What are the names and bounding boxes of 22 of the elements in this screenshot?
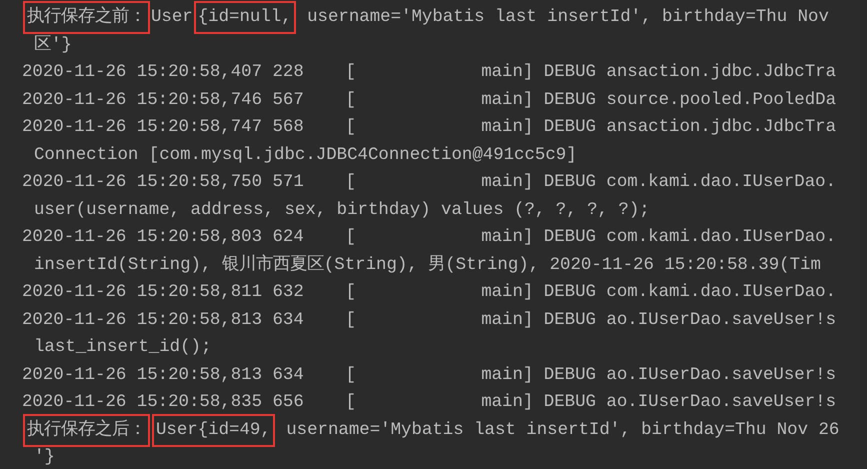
- console-text: 2020-11-26 15:20:58,813 634 [ main] DEBUG ao.IUserDao.saveUser!s: [22, 366, 836, 384]
- console-text: user(username, address, sex, birthday) values (?, ?, ?, ?);: [34, 200, 650, 220]
- console-text: User: [151, 8, 193, 27]
- console-text: 2020-11-26 15:20:58,811 632 [ main] DEBUG com.kami.dao.IUserDao.: [22, 283, 836, 302]
- highlighted-text: 执行保存之后：: [23, 414, 150, 446]
- console-text: 2020-11-26 15:20:58,747 568 [ main] DEBUG ansaction.jdbc.JdbcTra: [22, 118, 836, 137]
- console-text: 2020-11-26 15:20:58,813 634 [ main] DEBUG ao.IUserDao.saveUser!s: [22, 310, 836, 330]
- console-text: username='Mybatis last insertId', birthday=Thu Nov 26: [285, 420, 840, 440]
- console-text: Connection [com.mysql.jdbc.JDBC4Connection@491cc5c9]: [34, 146, 577, 164]
- console-text: 2020-11-26 15:20:58,803 624 [ main] DEBUG com.kami.dao.IUserDao.: [22, 228, 836, 247]
- console-text: 2020-11-26 15:20:58,750 571 [ main] DEBUG com.kami.dao.IUserDao.: [22, 173, 836, 192]
- console-text: 区'}: [34, 36, 72, 54]
- console-text: '}: [34, 448, 55, 467]
- console-text: 2020-11-26 15:20:58,835 656 [ main] DEBUG ao.IUserDao.saveUser!s: [22, 393, 836, 412]
- console-text: 2020-11-26 15:20:58,746 567 [ main] DEBUG source.pooled.PooledDa: [22, 90, 836, 110]
- highlighted-text: User{id=49,: [152, 414, 275, 446]
- console-text: username='Mybatis last insertId', birthday=Thu Nov: [306, 8, 829, 27]
- console-text: last_insert_id();: [34, 338, 212, 357]
- console-text: insertId(String), 银川市西夏区(String), 男(String), 2020-11-26 15:20:58.39(Tim: [34, 256, 821, 274]
- highlighted-text: 执行保存之前：: [23, 1, 150, 34]
- console-text: 2020-11-26 15:20:58,407 228 [ main] DEBUG ansaction.jdbc.JdbcTra: [22, 63, 836, 82]
- highlighted-text: {id=null,: [194, 1, 296, 34]
